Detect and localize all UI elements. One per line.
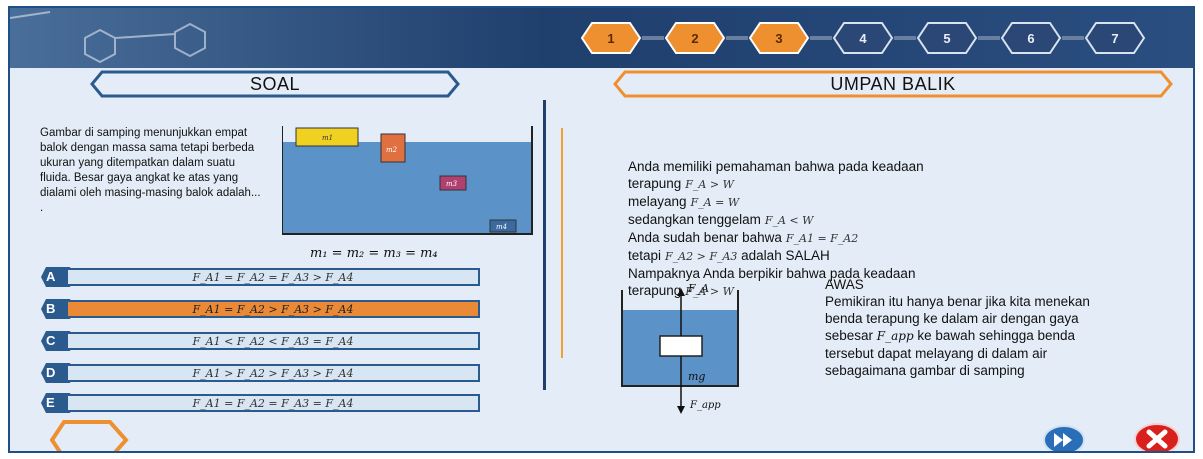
option-e[interactable]: E F_A1 = F_A2 = F_A3 = F_A4 — [40, 392, 482, 414]
step-connector — [894, 36, 916, 40]
svg-text:m1: m1 — [322, 134, 333, 142]
option-text: F_A1 < F_A2 < F_A3 = F_A4 — [66, 332, 480, 350]
awas-title: AWAS — [825, 277, 864, 292]
label-fa: F_A — [687, 282, 709, 295]
svg-text:m4: m4 — [496, 223, 507, 231]
progress-steps: 1 2 3 4 5 6 7 — [580, 18, 1146, 58]
label-mg: mg — [688, 370, 705, 383]
step-1[interactable]: 1 — [580, 21, 642, 55]
step-connector — [978, 36, 1000, 40]
header-band: 1 2 3 4 5 6 7 — [10, 8, 1193, 68]
option-b[interactable]: B F_A1 = F_A2 > F_A3 > F_A4 — [40, 298, 482, 320]
soal-banner: SOAL — [90, 70, 460, 98]
hexagon-icon — [50, 420, 129, 451]
feedback-title: UMPAN BALIK — [830, 73, 956, 94]
option-c[interactable]: C F_A1 < F_A2 < F_A3 = F_A4 — [40, 330, 482, 352]
app-frame: 1 2 3 4 5 6 7 SOAL UMPAN BALIK Gambar di… — [8, 6, 1195, 453]
feedback-line: melayang F_A = W — [628, 194, 740, 209]
step-connector — [1062, 36, 1084, 40]
step-7[interactable]: 7 — [1084, 21, 1146, 55]
awas-body: Pemikiran itu hanya benar jika kita mene… — [825, 294, 1090, 378]
option-text: F_A1 > F_A2 > F_A3 > F_A4 — [66, 364, 480, 382]
step-connector — [810, 36, 832, 40]
feedback-line: terapung F_A > W — [628, 176, 734, 191]
feedback-banner: UMPAN BALIK — [613, 70, 1173, 98]
masses-equation: m₁ = m₂ = m₃ = m₄ — [310, 246, 438, 261]
step-connector — [642, 36, 664, 40]
option-text: F_A1 = F_A2 = F_A3 > F_A4 — [66, 268, 480, 286]
step-connector — [726, 36, 748, 40]
awas-note: AWAS Pemikiran itu hanya benar jika kita… — [825, 276, 1125, 379]
option-text: F_A1 = F_A2 = F_A3 = F_A4 — [66, 394, 480, 412]
option-text: F_A1 = F_A2 > F_A3 > F_A4 — [66, 300, 480, 318]
feedback-line: tetapi F_A2 > F_A3 adalah SALAH — [628, 248, 830, 263]
step-6[interactable]: 6 — [1000, 21, 1062, 55]
fluid-container-diagram: m1 m2 m3 m4 — [282, 126, 533, 235]
feedback-line: Anda sudah benar bahwa F_A1 = F_A2 — [628, 230, 859, 245]
step-5[interactable]: 5 — [916, 21, 978, 55]
question-text: Gambar di samping menunjukkan empat balo… — [40, 127, 261, 214]
feedback-line: sedangkan tenggelam F_A < W — [628, 212, 814, 227]
next-button[interactable] — [1043, 425, 1085, 453]
force-diagram: F_A mg F_app — [621, 282, 739, 414]
floating-object — [659, 335, 703, 357]
step-4[interactable]: 4 — [832, 21, 894, 55]
step-3[interactable]: 3 — [748, 21, 810, 55]
option-d[interactable]: D F_A1 > F_A2 > F_A3 > F_A4 — [40, 362, 482, 384]
feedback-accent-line — [561, 128, 563, 358]
svg-text:m2: m2 — [386, 146, 398, 154]
step-2[interactable]: 2 — [664, 21, 726, 55]
close-button[interactable] — [1133, 423, 1181, 453]
label-fapp: F_app — [689, 400, 721, 411]
soal-title: SOAL — [249, 73, 301, 94]
column-divider — [543, 100, 546, 390]
svg-text:m3: m3 — [446, 180, 458, 188]
option-a[interactable]: A F_A1 = F_A2 = F_A3 > F_A4 — [40, 266, 482, 288]
feedback-line: Anda memiliki pemahaman bahwa pada keada… — [628, 159, 924, 174]
hexagon-decoration-icon — [10, 11, 206, 64]
